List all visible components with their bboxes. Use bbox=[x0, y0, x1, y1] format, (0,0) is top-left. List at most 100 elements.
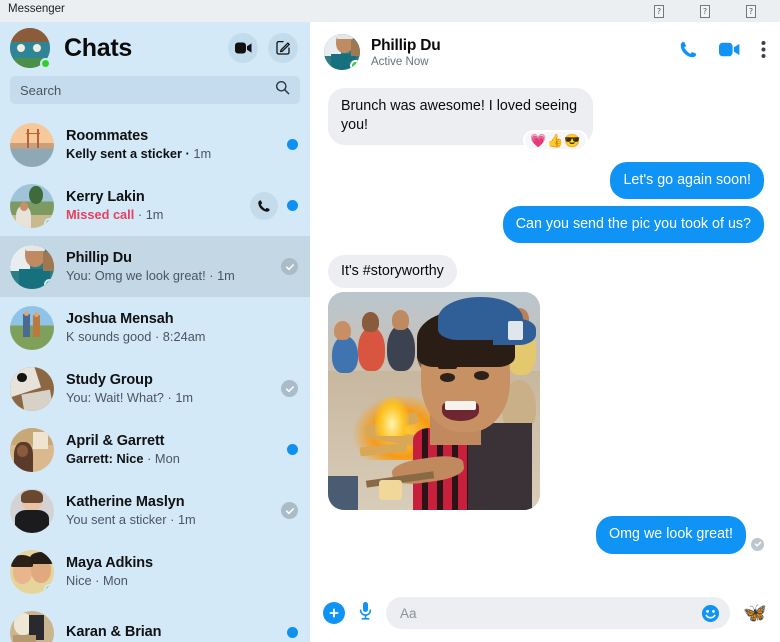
message-row: Let's go again soon! bbox=[328, 161, 764, 199]
chat-item-snippet: Nice · Mon bbox=[66, 573, 128, 588]
window-maximize-button[interactable]: ? bbox=[682, 0, 728, 22]
chat-list-item-april-and-garrett[interactable]: April & Garrett Garrett: Nice · Mon bbox=[0, 419, 310, 480]
chat-item-snippet: You: Wait! What? · 1m bbox=[66, 390, 194, 405]
chat-item-name: Joshua Mensah bbox=[66, 311, 174, 327]
chat-list-item-phillip-du[interactable]: Phillip Du You: Omg we look great! · 1m bbox=[0, 236, 310, 297]
message-bubble-outgoing[interactable]: Let's go again soon! bbox=[610, 161, 764, 199]
call-back-button[interactable] bbox=[250, 191, 278, 220]
maximize-icon: ? bbox=[699, 4, 711, 18]
seen-receipt-icon bbox=[751, 537, 764, 551]
phone-icon bbox=[258, 199, 270, 212]
chat-list-item-roommates[interactable]: Roommates Kelly sent a sticker · 1m bbox=[0, 114, 310, 175]
audio-call-button[interactable] bbox=[679, 40, 698, 64]
chat-list-item-maya-adkins[interactable]: Maya Adkins Nice · Mon bbox=[0, 541, 310, 602]
online-indicator bbox=[350, 60, 360, 70]
chat-list: Roommates Kelly sent a sticker · 1m Kerr… bbox=[0, 114, 310, 642]
message-input[interactable]: Aa bbox=[386, 597, 731, 629]
chat-item-snippet: You: Omg we look great! · 1m bbox=[66, 268, 235, 283]
avatar bbox=[10, 488, 54, 533]
chat-item-text: Joshua Mensah K sounds good · 8:24am bbox=[66, 311, 290, 344]
voice-message-button[interactable] bbox=[358, 601, 373, 626]
window-close-button[interactable]: ? bbox=[728, 0, 774, 22]
conversation-info-button[interactable] bbox=[761, 40, 766, 64]
chat-item-text: Study Group You: Wait! What? · 1m bbox=[66, 372, 273, 405]
conversation-avatar[interactable] bbox=[324, 34, 360, 70]
avatar bbox=[10, 610, 54, 642]
video-camera-icon bbox=[234, 42, 251, 54]
online-indicator bbox=[44, 217, 54, 228]
window-minimize-button[interactable]: ? bbox=[636, 0, 682, 22]
message-row: Omg we look great! bbox=[328, 516, 764, 554]
butterfly-sticker-button[interactable]: 🦋 bbox=[743, 604, 767, 623]
chat-item-indicators bbox=[281, 502, 298, 519]
seen-receipt-icon bbox=[281, 258, 298, 275]
phone-icon bbox=[680, 41, 697, 58]
message-input-placeholder: Aa bbox=[400, 605, 417, 621]
video-call-button[interactable] bbox=[719, 42, 740, 62]
chat-item-name: Roommates bbox=[66, 128, 149, 144]
window-controls: ? ? ? bbox=[636, 0, 774, 22]
close-icon: ? bbox=[745, 4, 757, 18]
conversation-header-actions bbox=[679, 40, 766, 64]
online-indicator bbox=[44, 583, 54, 594]
chat-item-indicators bbox=[250, 191, 298, 220]
chat-list-item-study-group[interactable]: Study Group You: Wait! What? · 1m bbox=[0, 358, 310, 419]
unread-dot bbox=[287, 627, 298, 638]
chats-sidebar: Chats Search Roommates Kelly sent a stic… bbox=[0, 22, 310, 642]
video-camera-icon bbox=[719, 42, 740, 57]
unread-dot bbox=[287, 444, 298, 455]
chat-item-snippet: You sent a sticker · 1m bbox=[66, 512, 196, 527]
conversation-title: Phillip Du bbox=[371, 36, 441, 54]
message-thread: Brunch was awesome! I loved seeing you! … bbox=[310, 82, 780, 554]
plus-icon bbox=[329, 608, 339, 618]
message-bubble-outgoing[interactable]: Can you send the pic you took of us? bbox=[502, 205, 764, 244]
smiley-icon bbox=[702, 604, 720, 622]
new-message-button[interactable] bbox=[268, 33, 298, 63]
message-row: Brunch was awesome! I loved seeing you! … bbox=[328, 88, 764, 149]
chat-item-snippet: Kelly sent a sticker · 1m bbox=[66, 146, 212, 161]
chat-list-item-joshua-mensah[interactable]: Joshua Mensah K sounds good · 8:24am bbox=[0, 297, 310, 358]
avatar bbox=[10, 305, 54, 350]
search-input[interactable]: Search bbox=[10, 76, 300, 104]
conversation-pane: Phillip Du Active Now Brunch was awesome… bbox=[310, 22, 780, 642]
message-photo[interactable] bbox=[328, 292, 540, 511]
chat-item-text: Katherine Maslyn You sent a sticker · 1m bbox=[66, 494, 273, 527]
chat-item-name: Kerry Lakin bbox=[66, 189, 145, 205]
message-bubble-outgoing[interactable]: Omg we look great! bbox=[596, 516, 746, 554]
chat-list-item-katherine-maslyn[interactable]: Katherine Maslyn You sent a sticker · 1m bbox=[0, 480, 310, 541]
chat-item-indicators bbox=[287, 139, 298, 150]
chat-list-item-karan-and-brian[interactable]: Karan & Brian bbox=[0, 602, 310, 642]
chat-list-item-kerry-lakin[interactable]: Kerry Lakin Missed call · 1m bbox=[0, 175, 310, 236]
kebab-menu-icon bbox=[761, 41, 766, 58]
seen-receipt-icon bbox=[281, 502, 298, 519]
message-composer: Aa 🦋 bbox=[310, 584, 780, 642]
unread-dot bbox=[287, 200, 298, 211]
chat-item-name: Study Group bbox=[66, 372, 153, 388]
chat-item-time: 1m bbox=[175, 390, 194, 405]
chat-item-name: Karan & Brian bbox=[66, 623, 162, 640]
chat-item-text: Phillip Du You: Omg we look great! · 1m bbox=[66, 250, 273, 283]
chat-item-time: 1m bbox=[145, 207, 164, 222]
window-title: Messenger bbox=[8, 3, 65, 15]
chat-item-time: 1m bbox=[177, 512, 196, 527]
compose-pencil-icon bbox=[276, 40, 290, 55]
message-bubble-incoming[interactable]: It's #storyworthy bbox=[328, 255, 457, 289]
conversation-header-text: Phillip Du Active Now bbox=[371, 36, 441, 68]
avatar bbox=[10, 549, 54, 594]
emoji-picker-button[interactable] bbox=[701, 604, 720, 623]
chat-item-snippet: K sounds good · 8:24am bbox=[66, 329, 206, 344]
conversation-status: Active Now bbox=[371, 55, 429, 68]
minimize-icon: ? bbox=[653, 4, 665, 18]
message-reactions[interactable]: 💗 👍 😎 bbox=[525, 132, 586, 149]
chat-item-indicators bbox=[281, 258, 298, 275]
avatar bbox=[10, 122, 54, 167]
reaction-heart: 💗 bbox=[530, 133, 547, 148]
online-indicator bbox=[40, 58, 51, 69]
chat-item-name: Katherine Maslyn bbox=[66, 494, 185, 510]
avatar bbox=[10, 183, 54, 228]
my-avatar[interactable] bbox=[10, 28, 51, 69]
add-attachment-button[interactable] bbox=[323, 602, 345, 624]
new-video-chat-button[interactable] bbox=[228, 33, 258, 63]
message-row: It's #storyworthy bbox=[328, 255, 764, 289]
page-title: Chats bbox=[64, 33, 132, 62]
